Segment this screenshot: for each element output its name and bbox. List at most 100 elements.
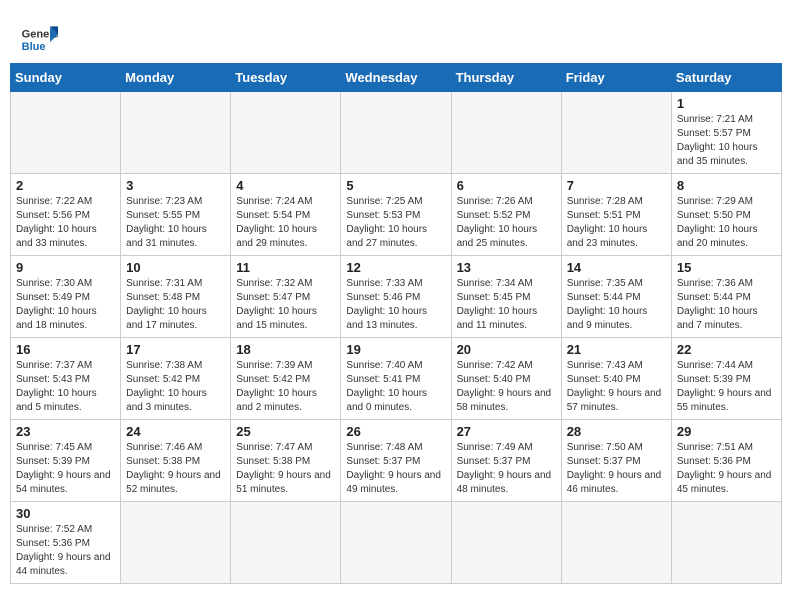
weekday-sunday: Sunday	[11, 64, 121, 92]
week-row-3: 9 Sunrise: 7:30 AM Sunset: 5:49 PM Daylig…	[11, 256, 782, 338]
day-info: Sunrise: 7:39 AM Sunset: 5:42 PM Dayligh…	[236, 359, 335, 415]
day-number: 28	[567, 424, 666, 439]
day-number: 26	[346, 424, 445, 439]
day-info: Sunrise: 7:37 AM Sunset: 5:43 PM Dayligh…	[16, 359, 115, 415]
day-cell: 19 Sunrise: 7:40 AM Sunset: 5:41 PM Dayli…	[341, 338, 451, 420]
day-info: Sunrise: 7:24 AM Sunset: 5:54 PM Dayligh…	[236, 195, 335, 251]
day-cell: 3 Sunrise: 7:23 AM Sunset: 5:55 PM Daylig…	[121, 174, 231, 256]
day-info: Sunrise: 7:52 AM Sunset: 5:36 PM Dayligh…	[16, 523, 115, 579]
day-info: Sunrise: 7:36 AM Sunset: 5:44 PM Dayligh…	[677, 277, 776, 333]
day-cell	[451, 92, 561, 174]
day-number: 9	[16, 260, 115, 275]
day-info: Sunrise: 7:33 AM Sunset: 5:46 PM Dayligh…	[346, 277, 445, 333]
day-number: 3	[126, 178, 225, 193]
day-number: 19	[346, 342, 445, 357]
day-number: 24	[126, 424, 225, 439]
day-cell: 21 Sunrise: 7:43 AM Sunset: 5:40 PM Dayli…	[561, 338, 671, 420]
day-info: Sunrise: 7:29 AM Sunset: 5:50 PM Dayligh…	[677, 195, 776, 251]
day-info: Sunrise: 7:47 AM Sunset: 5:38 PM Dayligh…	[236, 441, 335, 497]
day-info: Sunrise: 7:32 AM Sunset: 5:47 PM Dayligh…	[236, 277, 335, 333]
week-row-5: 23 Sunrise: 7:45 AM Sunset: 5:39 PM Dayli…	[11, 420, 782, 502]
day-cell: 17Sunrise: 7:38 AM Sunset: 5:42 PM Dayli…	[121, 338, 231, 420]
week-row-4: 16 Sunrise: 7:37 AM Sunset: 5:43 PM Dayli…	[11, 338, 782, 420]
day-cell	[231, 502, 341, 584]
day-number: 25	[236, 424, 335, 439]
day-info: Sunrise: 7:40 AM Sunset: 5:41 PM Dayligh…	[346, 359, 445, 415]
page-header: General Blue	[10, 10, 782, 63]
day-cell: 2 Sunrise: 7:22 AM Sunset: 5:56 PM Daylig…	[11, 174, 121, 256]
day-info: Sunrise: 7:49 AM Sunset: 5:37 PM Dayligh…	[457, 441, 556, 497]
day-number: 13	[457, 260, 556, 275]
day-info: Sunrise: 7:46 AM Sunset: 5:38 PM Dayligh…	[126, 441, 225, 497]
day-info: Sunrise: 7:34 AM Sunset: 5:45 PM Dayligh…	[457, 277, 556, 333]
day-cell: 8Sunrise: 7:29 AM Sunset: 5:50 PM Daylig…	[671, 174, 781, 256]
day-cell: 28 Sunrise: 7:50 AM Sunset: 5:37 PM Dayli…	[561, 420, 671, 502]
day-info: Sunrise: 7:51 AM Sunset: 5:36 PM Dayligh…	[677, 441, 776, 497]
day-number: 21	[567, 342, 666, 357]
day-cell	[561, 92, 671, 174]
day-cell	[231, 92, 341, 174]
day-cell	[121, 92, 231, 174]
day-info: Sunrise: 7:38 AM Sunset: 5:42 PM Dayligh…	[126, 359, 225, 415]
day-number: 29	[677, 424, 776, 439]
day-cell: 15 Sunrise: 7:36 AM Sunset: 5:44 PM Dayli…	[671, 256, 781, 338]
day-info: Sunrise: 7:23 AM Sunset: 5:55 PM Dayligh…	[126, 195, 225, 251]
day-info: Sunrise: 7:35 AM Sunset: 5:44 PM Dayligh…	[567, 277, 666, 333]
day-number: 14	[567, 260, 666, 275]
day-cell	[451, 502, 561, 584]
day-info: Sunrise: 7:45 AM Sunset: 5:39 PM Dayligh…	[16, 441, 115, 497]
day-info: Sunrise: 7:42 AM Sunset: 5:40 PM Dayligh…	[457, 359, 556, 415]
day-info: Sunrise: 7:48 AM Sunset: 5:37 PM Dayligh…	[346, 441, 445, 497]
day-info: Sunrise: 7:43 AM Sunset: 5:40 PM Dayligh…	[567, 359, 666, 415]
weekday-thursday: Thursday	[451, 64, 561, 92]
weekday-friday: Friday	[561, 64, 671, 92]
day-info: Sunrise: 7:30 AM Sunset: 5:49 PM Dayligh…	[16, 277, 115, 333]
day-cell: 5 Sunrise: 7:25 AM Sunset: 5:53 PM Daylig…	[341, 174, 451, 256]
day-cell: 22 Sunrise: 7:44 AM Sunset: 5:39 PM Dayli…	[671, 338, 781, 420]
day-cell: 6Sunrise: 7:26 AM Sunset: 5:52 PM Daylig…	[451, 174, 561, 256]
weekday-wednesday: Wednesday	[341, 64, 451, 92]
day-info: Sunrise: 7:31 AM Sunset: 5:48 PM Dayligh…	[126, 277, 225, 333]
day-cell: 4 Sunrise: 7:24 AM Sunset: 5:54 PM Daylig…	[231, 174, 341, 256]
weekday-header-row: SundayMondayTuesdayWednesdayThursdayFrid…	[11, 64, 782, 92]
weekday-saturday: Saturday	[671, 64, 781, 92]
day-number: 2	[16, 178, 115, 193]
day-number: 22	[677, 342, 776, 357]
day-cell: 27 Sunrise: 7:49 AM Sunset: 5:37 PM Dayli…	[451, 420, 561, 502]
day-number: 12	[346, 260, 445, 275]
day-number: 5	[346, 178, 445, 193]
day-number: 1	[677, 96, 776, 111]
day-number: 16	[16, 342, 115, 357]
day-number: 7	[567, 178, 666, 193]
day-cell: 14 Sunrise: 7:35 AM Sunset: 5:44 PM Dayli…	[561, 256, 671, 338]
day-cell	[121, 502, 231, 584]
day-info: Sunrise: 7:50 AM Sunset: 5:37 PM Dayligh…	[567, 441, 666, 497]
day-info: Sunrise: 7:44 AM Sunset: 5:39 PM Dayligh…	[677, 359, 776, 415]
day-cell: 30Sunrise: 7:52 AM Sunset: 5:36 PM Dayli…	[11, 502, 121, 584]
logo-icon: General Blue	[20, 20, 58, 58]
day-info: Sunrise: 7:25 AM Sunset: 5:53 PM Dayligh…	[346, 195, 445, 251]
day-number: 10	[126, 260, 225, 275]
day-cell: 23 Sunrise: 7:45 AM Sunset: 5:39 PM Dayli…	[11, 420, 121, 502]
day-cell	[11, 92, 121, 174]
day-number: 4	[236, 178, 335, 193]
logo: General Blue	[20, 20, 58, 58]
week-row-2: 2 Sunrise: 7:22 AM Sunset: 5:56 PM Daylig…	[11, 174, 782, 256]
day-cell: 20Sunrise: 7:42 AM Sunset: 5:40 PM Dayli…	[451, 338, 561, 420]
day-cell	[341, 502, 451, 584]
day-cell	[561, 502, 671, 584]
day-cell: 9 Sunrise: 7:30 AM Sunset: 5:49 PM Daylig…	[11, 256, 121, 338]
day-cell: 29 Sunrise: 7:51 AM Sunset: 5:36 PM Dayli…	[671, 420, 781, 502]
svg-text:Blue: Blue	[22, 41, 46, 53]
day-number: 11	[236, 260, 335, 275]
day-number: 23	[16, 424, 115, 439]
day-number: 15	[677, 260, 776, 275]
day-cell: 18Sunrise: 7:39 AM Sunset: 5:42 PM Dayli…	[231, 338, 341, 420]
day-cell	[671, 502, 781, 584]
day-number: 27	[457, 424, 556, 439]
week-row-1: 1Sunrise: 7:21 AM Sunset: 5:57 PM Daylig…	[11, 92, 782, 174]
day-info: Sunrise: 7:22 AM Sunset: 5:56 PM Dayligh…	[16, 195, 115, 251]
week-row-6: 30Sunrise: 7:52 AM Sunset: 5:36 PM Dayli…	[11, 502, 782, 584]
day-cell: 25 Sunrise: 7:47 AM Sunset: 5:38 PM Dayli…	[231, 420, 341, 502]
day-cell: 12 Sunrise: 7:33 AM Sunset: 5:46 PM Dayli…	[341, 256, 451, 338]
